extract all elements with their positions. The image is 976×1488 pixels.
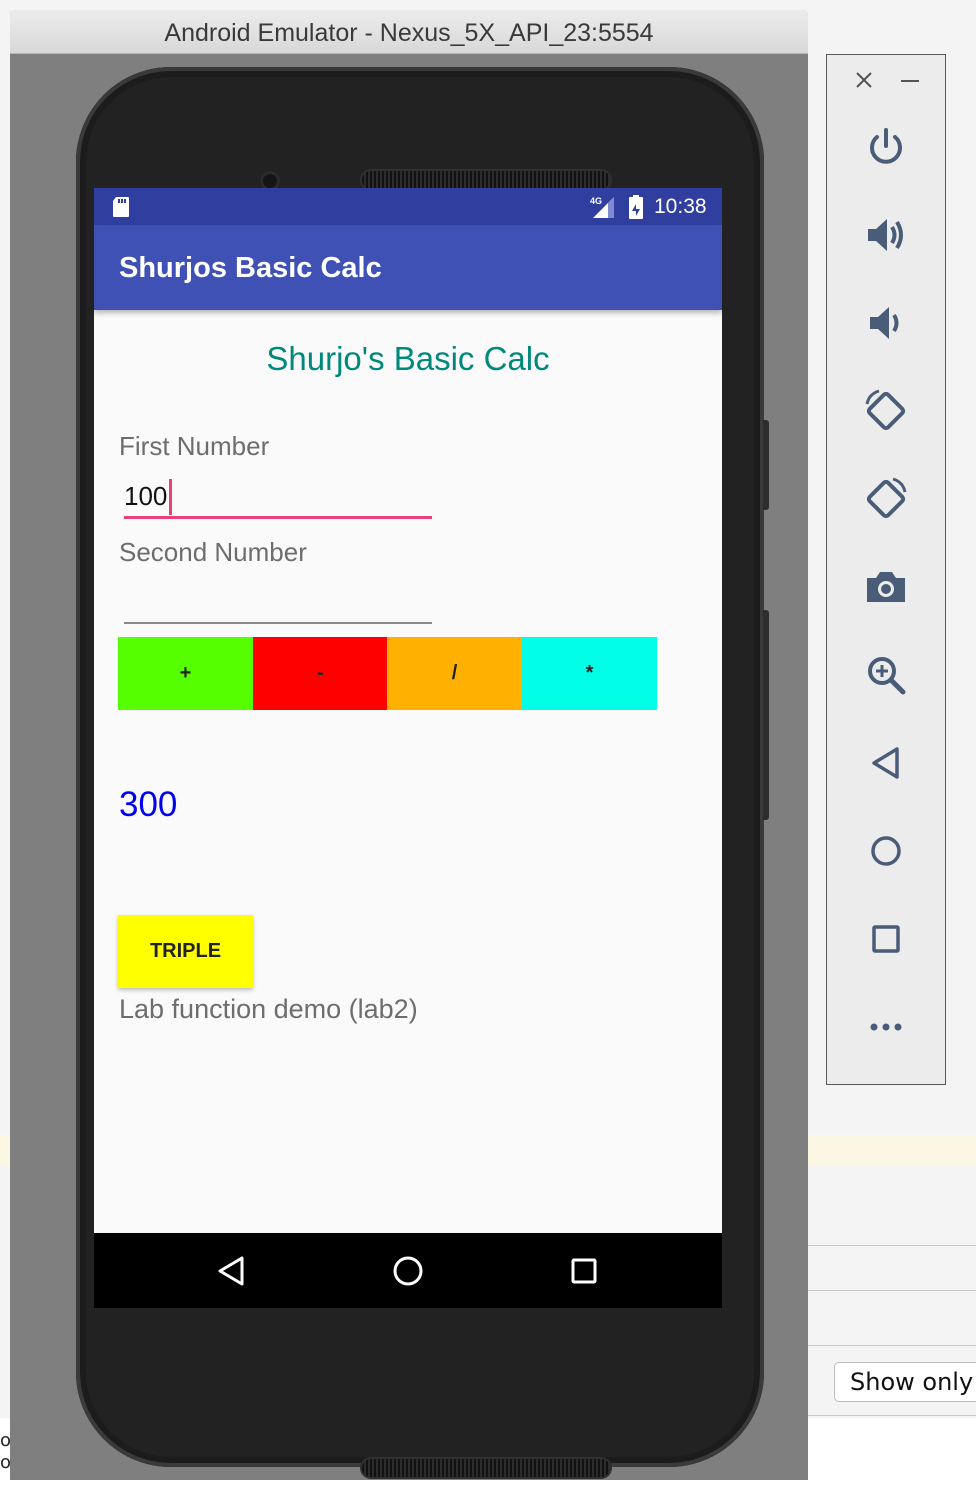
bottom-speaker: [360, 1457, 612, 1479]
subtract-button[interactable]: -: [253, 637, 388, 710]
volume-up-icon[interactable]: [863, 212, 909, 258]
home-icon[interactable]: [863, 828, 909, 874]
app-bar: Shurjos Basic Calc: [94, 225, 722, 310]
multiply-button[interactable]: *: [522, 637, 657, 710]
back-icon[interactable]: [863, 740, 909, 786]
signal-icon: 4G: [590, 196, 614, 218]
back-icon[interactable]: [214, 1253, 250, 1289]
text-cursor: [169, 479, 172, 515]
phone-screen: 4G 10:38 Shurjos Basic Calc Shurjo's Bas…: [94, 188, 722, 1308]
camera-icon[interactable]: [863, 564, 909, 610]
lab-description: Lab function demo (lab2): [119, 994, 418, 1024]
overview-icon[interactable]: [863, 916, 909, 962]
window-title: Android Emulator - Nexus_5X_API_23:5554: [10, 10, 808, 54]
home-icon[interactable]: [390, 1253, 426, 1289]
power-icon[interactable]: [863, 124, 909, 170]
volume-down-icon[interactable]: [863, 300, 909, 346]
triple-button[interactable]: TRIPLE: [118, 915, 253, 988]
rotate-right-icon[interactable]: [863, 476, 909, 522]
divider: [808, 1245, 976, 1246]
navigation-bar: [94, 1233, 722, 1308]
ide-highlight-strip: [808, 1135, 976, 1165]
first-number-label: First Number: [119, 431, 270, 461]
divider: [808, 1345, 976, 1346]
minimize-icon[interactable]: [899, 69, 921, 91]
volume-side-button: [763, 610, 769, 820]
rotate-left-icon[interactable]: [863, 388, 909, 434]
emulator-toolbar: [826, 54, 946, 1085]
first-number-value: 100: [124, 481, 168, 511]
zoom-icon[interactable]: [863, 652, 909, 698]
close-icon[interactable]: [853, 69, 875, 91]
sd-card-icon: [113, 197, 129, 217]
divide-button[interactable]: /: [387, 637, 522, 710]
divider: [808, 1290, 976, 1291]
recents-icon[interactable]: [566, 1253, 602, 1289]
network-type-label: 4G: [590, 196, 602, 206]
power-side-button: [763, 420, 769, 510]
status-time: 10:38: [654, 195, 707, 218]
app-title: Shurjos Basic Calc: [119, 252, 382, 284]
ide-highlight-strip-left: [0, 1135, 10, 1165]
status-bar: 4G 10:38: [94, 188, 722, 225]
more-icon[interactable]: [863, 1004, 909, 1050]
second-number-label: Second Number: [119, 537, 307, 567]
page-heading: Shurjo's Basic Calc: [266, 340, 550, 377]
add-button[interactable]: +: [118, 637, 253, 710]
second-number-field[interactable]: [124, 580, 432, 624]
result-value: 300: [119, 785, 178, 824]
divider: [808, 1415, 976, 1416]
show-only-button[interactable]: Show only: [834, 1362, 976, 1402]
battery-icon: [629, 195, 643, 219]
